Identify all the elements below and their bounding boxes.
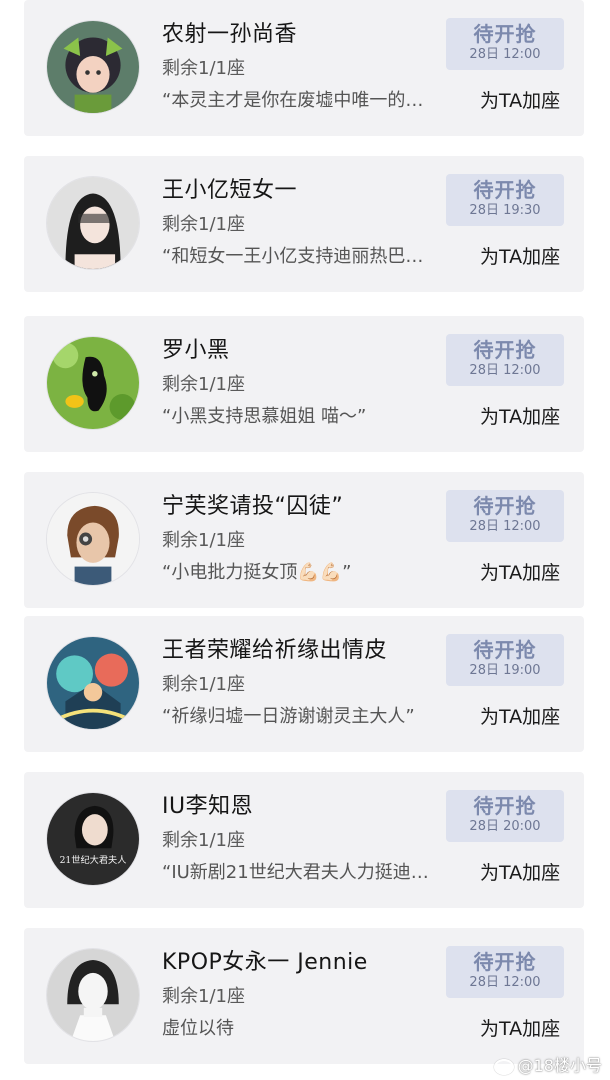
status-label: 待开抢 bbox=[473, 494, 537, 518]
weibo-icon bbox=[493, 1058, 514, 1075]
seat-card[interactable]: 21世纪大君夫人 IU李知恩 剩余1/1座 “IU新剧21世纪大君夫人力挺迪… … bbox=[24, 772, 584, 908]
seat-quote: “祈缘归墟一日游谢谢灵主大人” bbox=[162, 706, 415, 727]
grab-status-button[interactable]: 待开抢 28日 12:00 bbox=[446, 18, 564, 70]
grab-status-button[interactable]: 待开抢 28日 12:00 bbox=[446, 490, 564, 542]
seats-remaining: 剩余1/1座 bbox=[162, 214, 245, 235]
seat-quote: “小电批力挺女顶💪🏻💪🏻” bbox=[162, 562, 352, 583]
status-time: 28日 12:00 bbox=[469, 975, 541, 990]
status-label: 待开抢 bbox=[473, 638, 537, 662]
grab-status-button[interactable]: 待开抢 28日 12:00 bbox=[446, 946, 564, 998]
seat-quote: “本灵主才是你在废墟中唯一的… bbox=[162, 90, 424, 111]
seat-card[interactable]: 罗小黑 剩余1/1座 “小黑支持思慕姐姐 喵～” 待开抢 28日 12:00 为… bbox=[24, 316, 584, 452]
add-seat-button[interactable]: 为TA加座 bbox=[480, 402, 560, 429]
seat-title: 宁芙奖请投“囚徒” bbox=[162, 494, 344, 519]
avatar[interactable] bbox=[46, 492, 140, 586]
add-seat-button[interactable]: 为TA加座 bbox=[480, 242, 560, 269]
game-art-avatar-icon bbox=[47, 637, 139, 729]
status-time: 28日 12:00 bbox=[469, 47, 541, 62]
avatar[interactable] bbox=[46, 20, 140, 114]
status-label: 待开抢 bbox=[473, 338, 537, 362]
seat-quote: “IU新剧21世纪大君夫人力挺迪… bbox=[162, 862, 429, 883]
watermark: @18楼小号 bbox=[493, 1052, 602, 1076]
status-label: 待开抢 bbox=[473, 178, 537, 202]
status-time: 28日 12:00 bbox=[469, 363, 541, 378]
bw-portrait-avatar-icon bbox=[47, 949, 139, 1041]
seat-title: IU李知恩 bbox=[162, 794, 254, 819]
seat-card[interactable]: 王者荣耀给祈缘出情皮 剩余1/1座 “祈缘归墟一日游谢谢灵主大人” 待开抢 28… bbox=[24, 616, 584, 752]
add-seat-button[interactable]: 为TA加座 bbox=[480, 1014, 560, 1041]
avatar[interactable] bbox=[46, 176, 140, 270]
poster-text: 21世纪大君夫人 bbox=[60, 854, 127, 866]
seat-list: 农射一孙尚香 剩余1/1座 “本灵主才是你在废墟中唯一的… 待开抢 28日 12… bbox=[0, 0, 610, 1080]
black-cat-avatar-icon bbox=[47, 337, 139, 429]
status-time: 28日 12:00 bbox=[469, 519, 541, 534]
seats-remaining: 剩余1/1座 bbox=[162, 986, 245, 1007]
add-seat-button[interactable]: 为TA加座 bbox=[480, 558, 560, 585]
seats-remaining: 剩余1/1座 bbox=[162, 674, 245, 695]
avatar[interactable] bbox=[46, 636, 140, 730]
avatar[interactable]: 21世纪大君夫人 bbox=[46, 792, 140, 886]
seat-title: 农射一孙尚香 bbox=[162, 22, 298, 47]
avatar[interactable] bbox=[46, 336, 140, 430]
seat-title: 罗小黑 bbox=[162, 338, 230, 363]
status-time: 28日 19:00 bbox=[469, 663, 541, 678]
seat-quote: “和短女一王小亿支持迪丽热巴… bbox=[162, 246, 424, 267]
seats-remaining: 剩余1/1座 bbox=[162, 830, 245, 851]
seats-remaining: 剩余1/1座 bbox=[162, 530, 245, 551]
seats-remaining: 剩余1/1座 bbox=[162, 374, 245, 395]
add-seat-button[interactable]: 为TA加座 bbox=[480, 858, 560, 885]
grab-status-button[interactable]: 待开抢 28日 19:00 bbox=[446, 634, 564, 686]
seats-remaining: 剩余1/1座 bbox=[162, 58, 245, 79]
avatar[interactable] bbox=[46, 948, 140, 1042]
seat-title: 王小亿短女一 bbox=[162, 178, 298, 203]
seat-card[interactable]: KPOP女永一 Jennie 剩余1/1座 虚位以待 待开抢 28日 12:00… bbox=[24, 928, 584, 1064]
woman-photo-avatar-icon bbox=[47, 177, 139, 269]
add-seat-button[interactable]: 为TA加座 bbox=[480, 86, 560, 113]
grab-status-button[interactable]: 待开抢 28日 12:00 bbox=[446, 334, 564, 386]
grab-status-button[interactable]: 待开抢 28日 19:30 bbox=[446, 174, 564, 226]
seat-card[interactable]: 宁芙奖请投“囚徒” 剩余1/1座 “小电批力挺女顶💪🏻💪🏻” 待开抢 28日 1… bbox=[24, 472, 584, 608]
anime-girl-avatar-icon bbox=[47, 21, 139, 113]
status-label: 待开抢 bbox=[473, 22, 537, 46]
grab-status-button[interactable]: 待开抢 28日 20:00 bbox=[446, 790, 564, 842]
poster-avatar-icon: 21世纪大君夫人 bbox=[47, 793, 139, 885]
status-label: 待开抢 bbox=[473, 794, 537, 818]
game-character-avatar-icon bbox=[47, 493, 139, 585]
seat-title: KPOP女永一 Jennie bbox=[162, 950, 368, 975]
seat-quote: “小黑支持思慕姐姐 喵～” bbox=[162, 406, 367, 427]
status-time: 28日 19:30 bbox=[469, 203, 541, 218]
watermark-text: @18楼小号 bbox=[517, 1056, 602, 1075]
seat-title: 王者荣耀给祈缘出情皮 bbox=[162, 638, 388, 663]
seat-quote: 虚位以待 bbox=[162, 1018, 234, 1039]
status-label: 待开抢 bbox=[473, 950, 537, 974]
add-seat-button[interactable]: 为TA加座 bbox=[480, 702, 560, 729]
seat-card[interactable]: 王小亿短女一 剩余1/1座 “和短女一王小亿支持迪丽热巴… 待开抢 28日 19… bbox=[24, 156, 584, 292]
status-time: 28日 20:00 bbox=[469, 819, 541, 834]
seat-card[interactable]: 农射一孙尚香 剩余1/1座 “本灵主才是你在废墟中唯一的… 待开抢 28日 12… bbox=[24, 0, 584, 136]
